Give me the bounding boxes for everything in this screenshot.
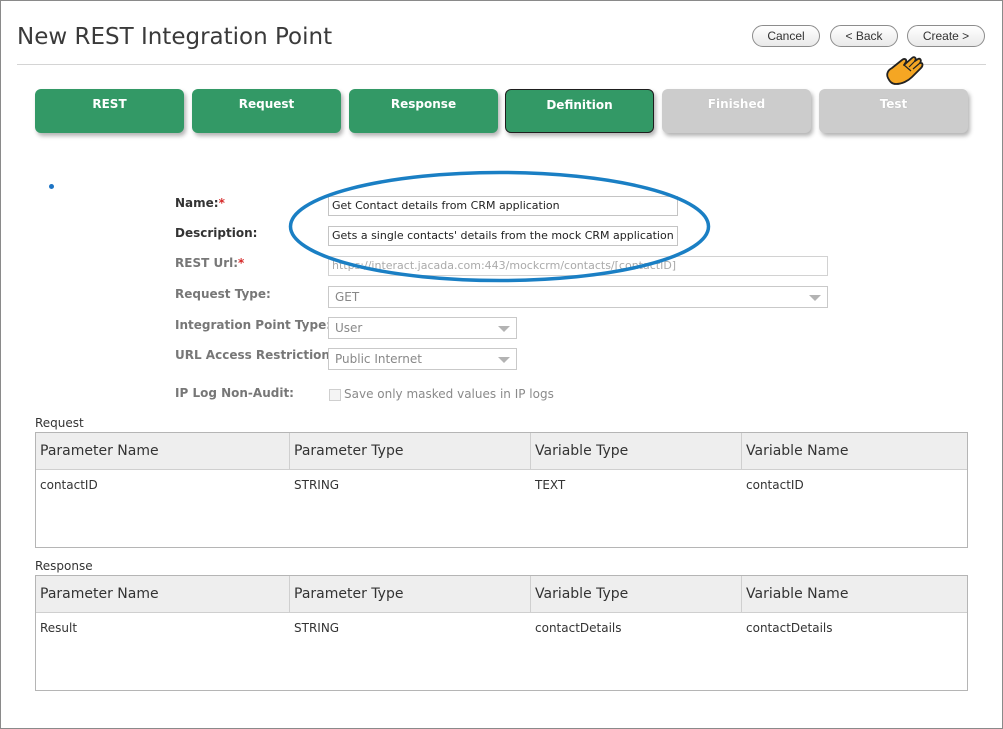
wizard-step-rest[interactable]: REST bbox=[35, 89, 184, 133]
wizard-step-response[interactable]: Response bbox=[349, 89, 498, 133]
ip-log-checkbox-label: Save only masked values in IP logs bbox=[344, 387, 554, 401]
rest-url-label: REST Url:* bbox=[175, 256, 245, 270]
table-cell: contactDetails bbox=[746, 621, 833, 635]
table-cell: contactID bbox=[40, 478, 98, 492]
bullet-marker bbox=[49, 184, 54, 189]
description-label: Description: bbox=[175, 226, 258, 240]
title-divider bbox=[17, 64, 986, 65]
integration-point-type-select[interactable]: User bbox=[328, 317, 517, 339]
pointing-hand-icon bbox=[886, 56, 924, 85]
url-access-restriction-select[interactable]: Public Internet bbox=[328, 348, 517, 370]
table-cell: Result bbox=[40, 621, 78, 635]
name-label: Name:* bbox=[175, 196, 225, 210]
column-header[interactable]: Variable Name bbox=[742, 433, 967, 470]
response-table-header: Parameter Name Parameter Type Variable T… bbox=[36, 576, 967, 613]
column-header[interactable]: Parameter Name bbox=[36, 433, 290, 470]
table-cell: STRING bbox=[294, 478, 340, 492]
response-table: Parameter Name Parameter Type Variable T… bbox=[35, 575, 968, 691]
ip-log-label: IP Log Non-Audit: bbox=[175, 386, 294, 400]
column-header[interactable]: Variable Name bbox=[742, 576, 967, 613]
column-header[interactable]: Parameter Type bbox=[290, 433, 531, 470]
request-table: Parameter Name Parameter Type Variable T… bbox=[35, 432, 968, 548]
chevron-down-icon bbox=[498, 357, 510, 363]
wizard-step-test[interactable]: Test bbox=[819, 89, 968, 133]
cancel-button[interactable]: Cancel bbox=[752, 25, 820, 47]
column-header[interactable]: Parameter Name bbox=[36, 576, 290, 613]
request-section-title: Request bbox=[35, 416, 84, 430]
name-input[interactable]: Get Contact details from CRM application bbox=[328, 196, 678, 216]
table-cell: STRING bbox=[294, 621, 340, 635]
description-input[interactable]: Gets a single contacts' details from the… bbox=[328, 226, 678, 246]
url-access-restriction-label: URL Access Restriction: bbox=[175, 348, 335, 362]
wizard-step-finished[interactable]: Finished bbox=[662, 89, 811, 133]
page-title: New REST Integration Point bbox=[17, 24, 333, 50]
rest-url-input: https://interact.jacada.com:443/mockcrm/… bbox=[328, 256, 828, 276]
integration-point-type-label: Integration Point Type: bbox=[175, 318, 332, 332]
request-table-header: Parameter Name Parameter Type Variable T… bbox=[36, 433, 967, 470]
wizard-step-request[interactable]: Request bbox=[192, 89, 341, 133]
url-access-restriction-value: Public Internet bbox=[335, 352, 422, 366]
chevron-down-icon bbox=[809, 295, 821, 301]
table-cell: TEXT bbox=[535, 478, 566, 492]
column-header[interactable]: Variable Type bbox=[531, 576, 742, 613]
chevron-down-icon bbox=[498, 326, 510, 332]
table-cell: contactID bbox=[746, 478, 804, 492]
request-type-label: Request Type: bbox=[175, 287, 271, 301]
response-section-title: Response bbox=[35, 559, 93, 573]
table-cell: contactDetails bbox=[535, 621, 622, 635]
wizard-step-definition[interactable]: Definition bbox=[505, 89, 654, 133]
request-type-value: GET bbox=[335, 290, 360, 304]
request-type-select[interactable]: GET bbox=[328, 286, 828, 308]
column-header[interactable]: Parameter Type bbox=[290, 576, 531, 613]
ip-log-checkbox[interactable] bbox=[329, 389, 341, 401]
integration-point-type-value: User bbox=[335, 321, 363, 335]
column-header[interactable]: Variable Type bbox=[531, 433, 742, 470]
